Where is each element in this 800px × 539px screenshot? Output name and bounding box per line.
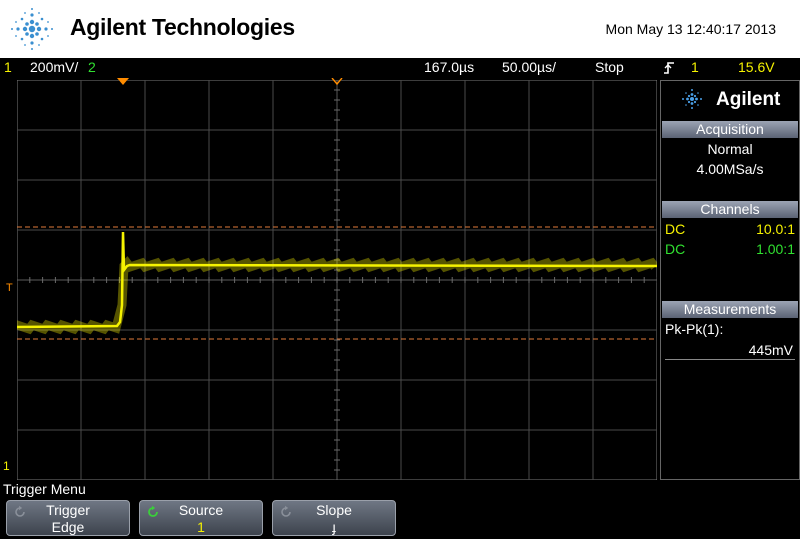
acquisition-header[interactable]: Acquisition — [662, 121, 798, 138]
agilent-spark-icon — [11, 8, 53, 50]
ch1-coupling: DC — [665, 221, 686, 237]
slope-softkey[interactable]: Slope ɟ — [272, 500, 396, 536]
ch2-probe: 1.00:1 — [756, 241, 795, 257]
ch1-ground-marker[interactable]: 1 — [3, 459, 10, 473]
measurement-value: 445mV — [748, 342, 793, 358]
ch2-number[interactable]: 2 — [88, 59, 96, 75]
header-banner: Agilent Technologies Mon May 13 12:40:17… — [0, 0, 800, 58]
ch1-probe: 10.0:1 — [756, 221, 795, 237]
source-softkey[interactable]: Source 1 — [139, 500, 263, 536]
acquisition-mode: Normal — [707, 141, 753, 157]
measurement-name: Pk-Pk(1): — [665, 321, 724, 337]
side-brand: Agilent — [716, 89, 781, 110]
menu-title: Trigger Menu — [3, 481, 86, 497]
trigger-position-marker[interactable] — [117, 78, 129, 86]
softkey-label: Trigger — [46, 502, 90, 518]
agilent-spark-icon — [682, 89, 702, 109]
brand-title: Agilent Technologies — [70, 14, 295, 40]
datetime: Mon May 13 12:40:17 2013 — [605, 21, 776, 37]
ch2-coupling: DC — [665, 241, 686, 257]
trigger-type-softkey[interactable]: Trigger Edge — [6, 500, 130, 536]
run-state: Stop — [595, 59, 624, 75]
softkey-label: Source — [178, 502, 224, 518]
rising-edge-icon — [664, 62, 674, 74]
ch1-number[interactable]: 1 — [4, 59, 12, 75]
softkey-label: Slope — [316, 502, 352, 518]
trigger-level[interactable]: 15.6V — [738, 59, 775, 75]
time-scale[interactable]: 50.00µs/ — [502, 59, 556, 75]
waveform-display[interactable] — [17, 80, 657, 480]
status-bar: 1 200mV/ 2 167.0µs 50.00µs/ Stop 1 15.6V — [0, 58, 800, 78]
trigger-source: 1 — [691, 59, 699, 75]
softkey-value: Edge — [51, 519, 85, 535]
time-reference-marker[interactable] — [331, 78, 343, 86]
softkey-value: 1 — [197, 519, 205, 535]
ch1-scale[interactable]: 200mV/ — [30, 59, 78, 75]
acquisition-rate: 4.00MSa/s — [696, 161, 764, 177]
side-panel: Agilent Acquisition Normal 4.00MSa/s Cha… — [660, 80, 800, 480]
channels-header[interactable]: Channels — [662, 201, 798, 218]
trigger-level-marker[interactable]: T — [6, 282, 13, 294]
measurement-divider — [665, 359, 795, 360]
time-delay[interactable]: 167.0µs — [424, 59, 474, 75]
measurements-header[interactable]: Measurements — [662, 301, 798, 318]
softkey-value: ɟ — [332, 519, 336, 535]
